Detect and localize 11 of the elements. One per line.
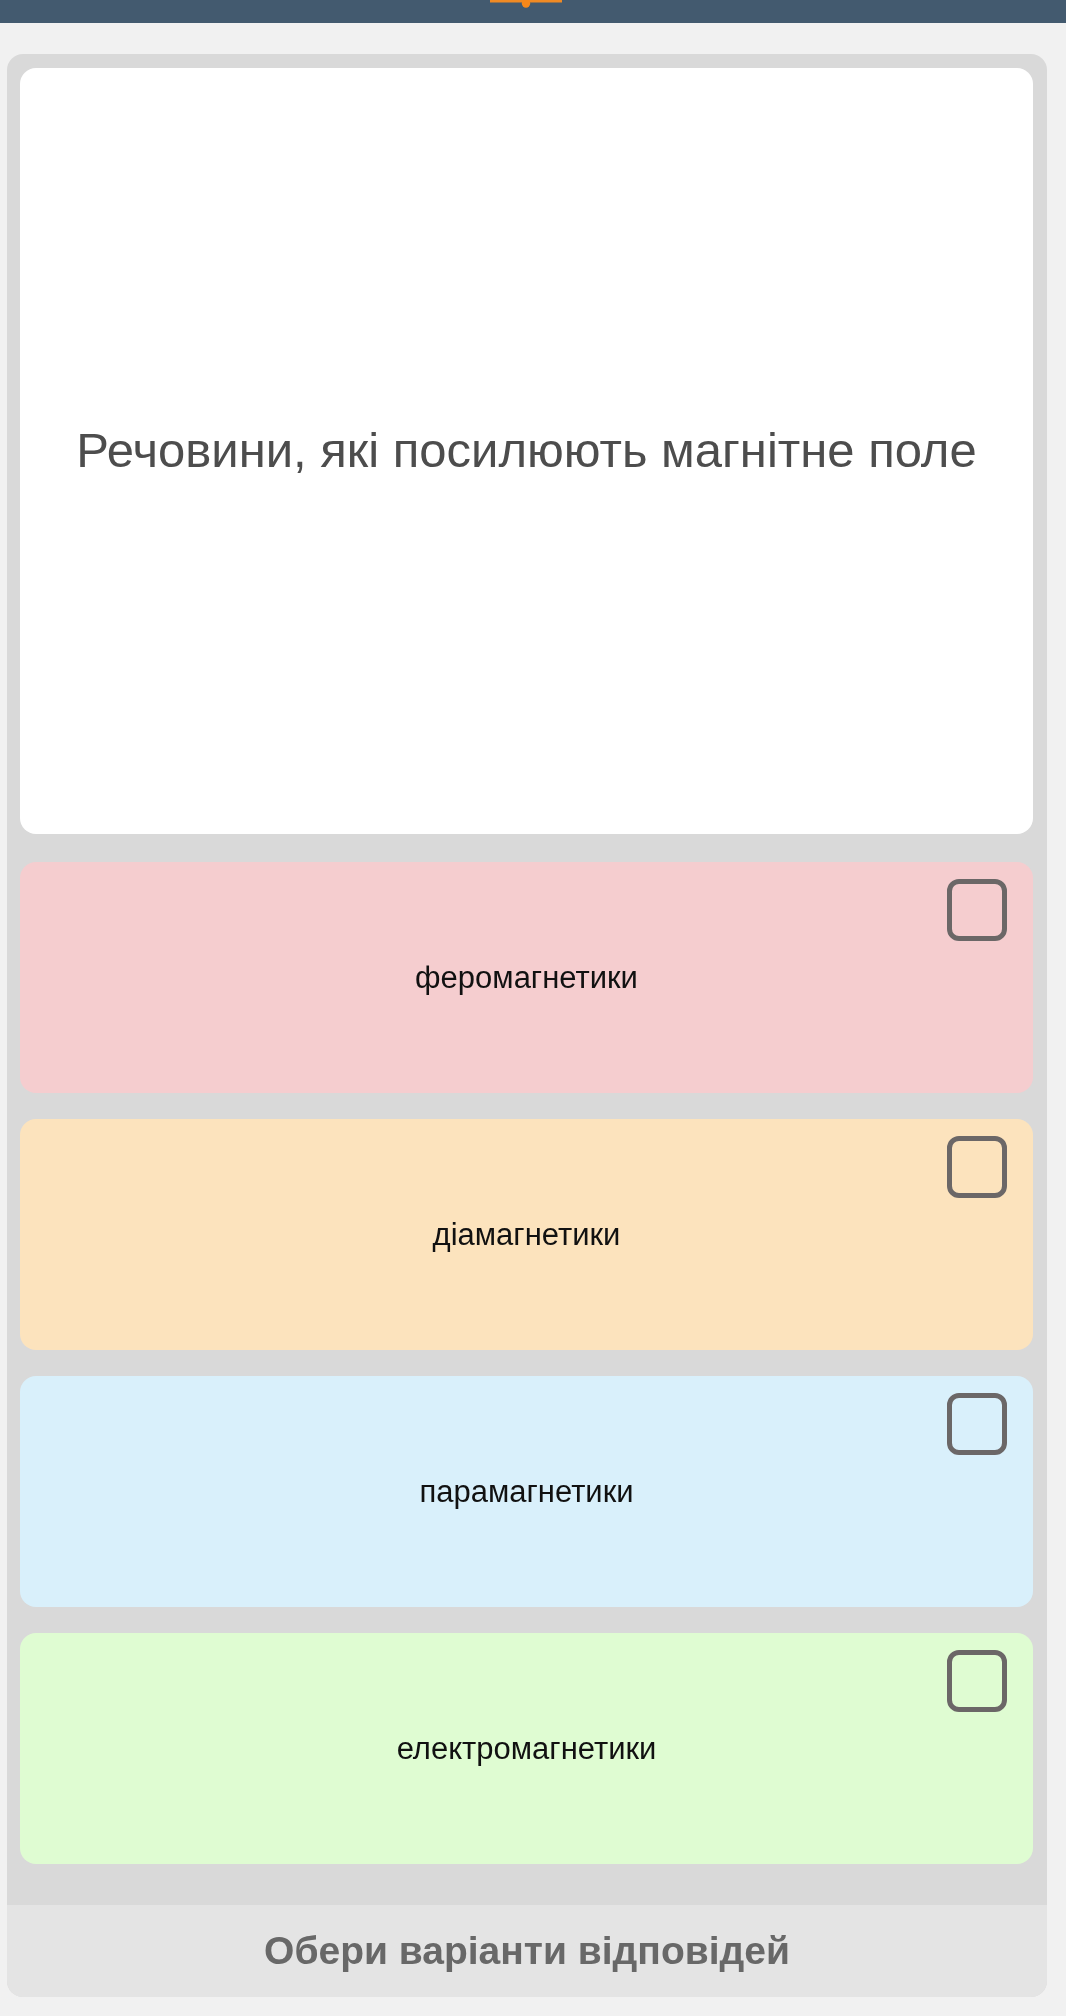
checkbox[interactable]	[947, 1650, 1007, 1712]
checkbox[interactable]	[947, 1393, 1007, 1455]
answer-option[interactable]: діамагнетики	[20, 1119, 1033, 1350]
answer-option[interactable]: електромагнетики	[20, 1633, 1033, 1864]
answer-option[interactable]: феромагнетики	[20, 862, 1033, 1093]
checkbox[interactable]	[947, 1136, 1007, 1198]
question-text: Речовини, які посилюють магнітне поле	[76, 422, 977, 479]
checkbox[interactable]	[947, 879, 1007, 941]
answer-option[interactable]: парамагнетики	[20, 1376, 1033, 1607]
instruction-text: Обери варіанти відповідей	[264, 1929, 790, 1973]
marker-icon	[490, 0, 562, 8]
